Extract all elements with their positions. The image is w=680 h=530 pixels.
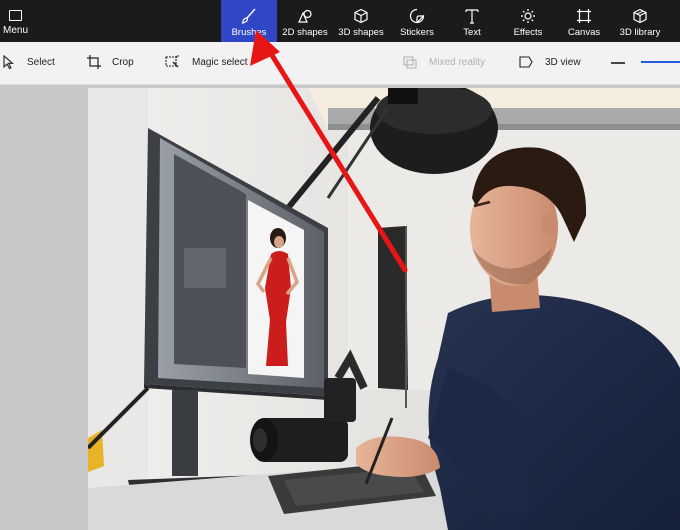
mixed-reality-label: Mixed reality bbox=[429, 57, 486, 68]
magic-select-label: Magic select bbox=[192, 57, 248, 68]
3d-library-icon bbox=[633, 8, 647, 24]
menu-label: Menu bbox=[3, 25, 29, 36]
mixed-reality-button[interactable]: Mixed reality bbox=[402, 42, 494, 85]
tab-effects[interactable]: Effects bbox=[500, 0, 556, 42]
menu-icon bbox=[9, 10, 22, 21]
tab-label: 3D library bbox=[619, 27, 661, 38]
brush-icon bbox=[241, 8, 256, 24]
tab-3d-library[interactable]: 3D library bbox=[612, 0, 668, 42]
tab-stickers[interactable]: Stickers bbox=[389, 0, 445, 42]
cursor-icon bbox=[3, 54, 14, 70]
crop-button[interactable]: Crop bbox=[86, 42, 146, 85]
tab-label: Effects bbox=[513, 27, 543, 38]
tab-3d-shapes[interactable]: 3D shapes bbox=[333, 0, 389, 42]
2d-shapes-icon bbox=[298, 9, 312, 23]
canvas-icon bbox=[577, 9, 591, 23]
top-ribbon: Menu Brushes 2D shapes 3D shapes Sticker… bbox=[0, 0, 680, 42]
photo-illustration bbox=[88, 88, 680, 530]
tab-label: Brushes bbox=[231, 27, 267, 38]
sun-icon bbox=[521, 9, 535, 23]
3d-cube-icon bbox=[354, 8, 368, 24]
tab-label: Canvas bbox=[567, 27, 601, 38]
mixed-reality-icon bbox=[403, 56, 417, 69]
select-label: Select bbox=[27, 57, 55, 68]
crop-icon bbox=[87, 55, 101, 69]
tab-label: 3D shapes bbox=[338, 27, 384, 38]
select-button[interactable]: Select bbox=[0, 42, 70, 85]
menu-button[interactable]: Menu bbox=[0, 0, 36, 42]
3d-view-icon bbox=[519, 56, 533, 68]
magic-select-button[interactable]: Magic select bbox=[164, 42, 259, 85]
tab-brushes[interactable]: Brushes bbox=[221, 0, 277, 42]
3d-view-label: 3D view bbox=[545, 57, 581, 68]
tab-text[interactable]: Text bbox=[444, 0, 500, 42]
magic-select-icon bbox=[165, 55, 179, 68]
zoom-minus[interactable] bbox=[611, 62, 625, 64]
tab-canvas[interactable]: Canvas bbox=[556, 0, 612, 42]
crop-label: Crop bbox=[112, 57, 134, 68]
tab-label: 2D shapes bbox=[282, 27, 328, 38]
tab-2d-shapes[interactable]: 2D shapes bbox=[277, 0, 333, 42]
tab-label: Stickers bbox=[400, 27, 434, 38]
secondary-toolbar: Select Crop Magic select Mixed reality 3… bbox=[0, 42, 680, 85]
tab-label: Text bbox=[463, 27, 481, 38]
canvas-image[interactable] bbox=[88, 88, 680, 530]
zoom-slider[interactable] bbox=[641, 61, 680, 63]
sticker-icon bbox=[409, 8, 425, 24]
3d-view-button[interactable]: 3D view bbox=[518, 42, 590, 85]
text-icon bbox=[465, 9, 479, 24]
